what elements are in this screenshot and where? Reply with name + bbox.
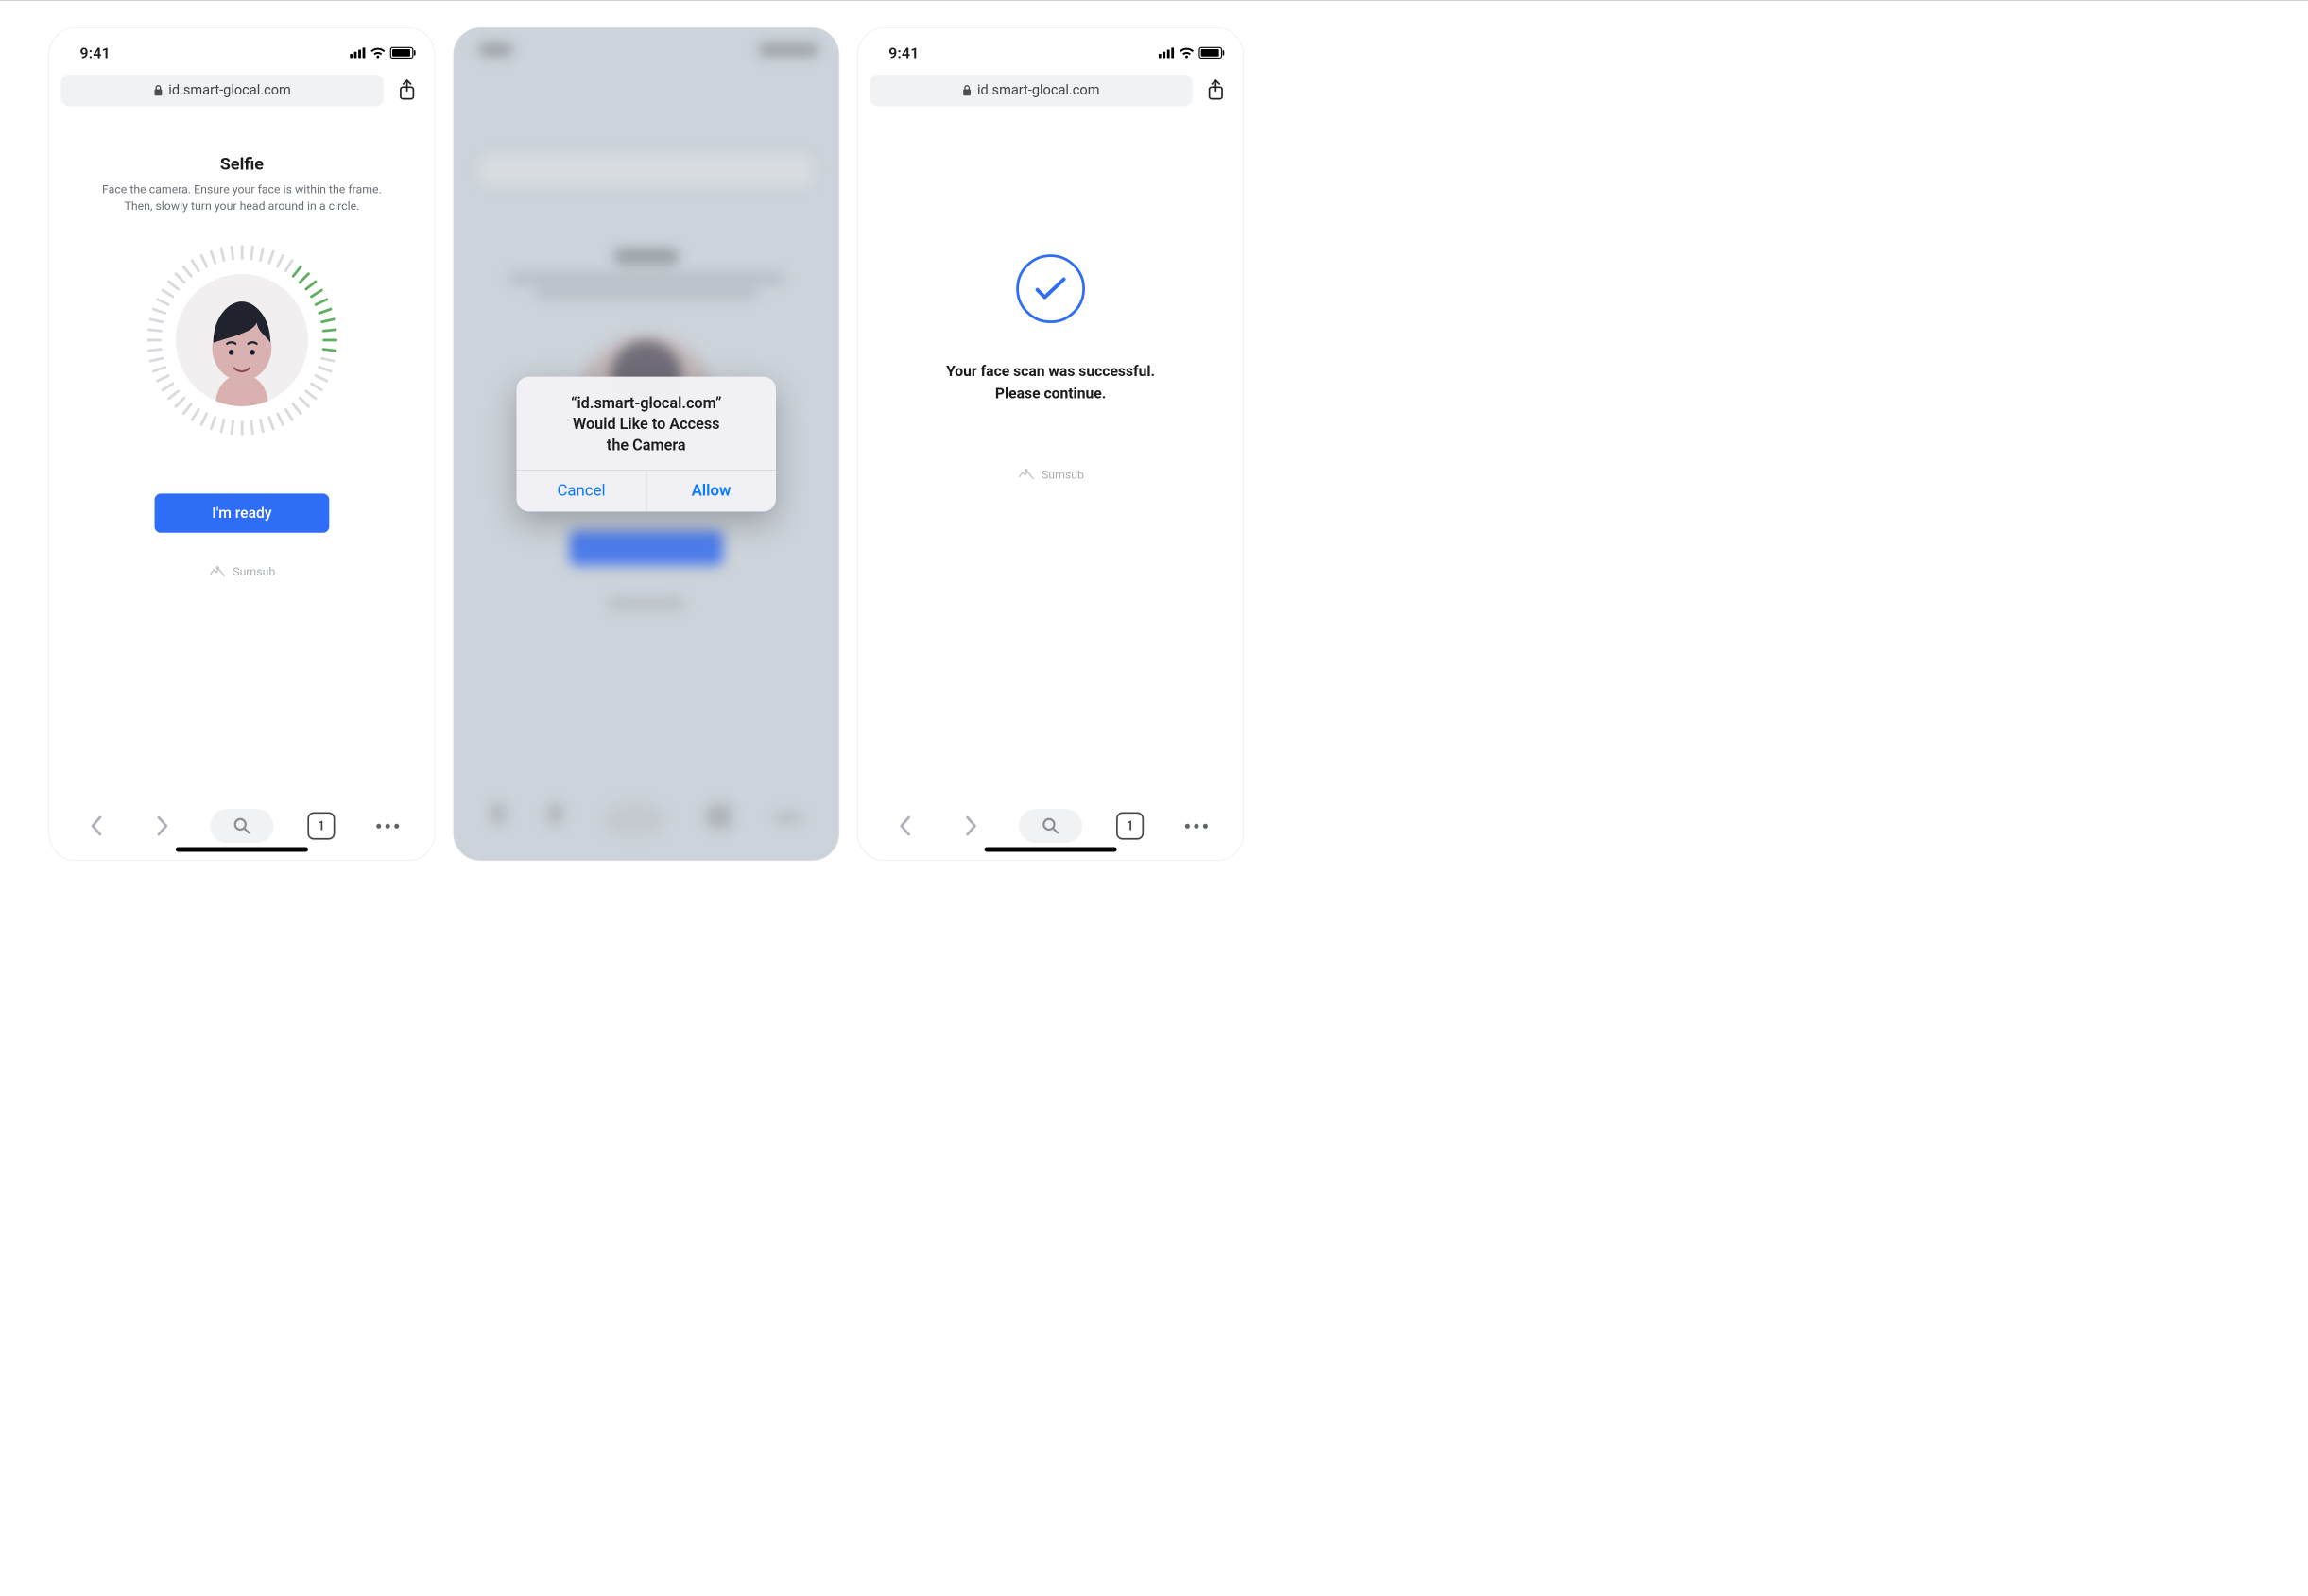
phone-screen-camera-permission: “id.smart-glocal.com” Would Like to Acce…: [453, 27, 839, 861]
check-icon: [1034, 276, 1067, 301]
home-indicator[interactable]: [985, 847, 1117, 851]
tabs-button[interactable]: 1: [1111, 807, 1148, 844]
page-subtitle: Face the camera. Ensure your face is wit…: [102, 181, 382, 215]
page-title: Selfie: [220, 154, 264, 174]
share-button[interactable]: [391, 75, 423, 107]
share-icon: [398, 79, 417, 102]
url-field[interactable]: id.smart-glocal.com: [60, 75, 384, 107]
im-ready-button[interactable]: I'm ready: [155, 493, 330, 532]
chevron-left-icon: [89, 815, 103, 836]
cancel-button[interactable]: Cancel: [517, 471, 646, 512]
status-icons: [350, 47, 413, 59]
success-check-circle: [1016, 254, 1085, 323]
cellular-icon: [1159, 47, 1175, 58]
phone-screen-selfie: 9:41 id.smart-glocal.com Selfie Face the…: [49, 27, 436, 861]
browser-url-bar: id.smart-glocal.com: [858, 65, 1244, 112]
search-icon: [1042, 817, 1059, 835]
status-time: 9:41: [80, 44, 111, 61]
phone-screen-success: 9:41 id.smart-glocal.com Your face scan …: [857, 27, 1244, 861]
more-icon: [1185, 824, 1208, 829]
sumsub-logo-icon: [1017, 468, 1035, 482]
tabs-button[interactable]: 1: [302, 807, 339, 844]
more-button[interactable]: [370, 807, 406, 844]
status-icons: [1159, 47, 1222, 59]
more-button[interactable]: [1178, 807, 1214, 844]
browser-url-bar: id.smart-glocal.com: [49, 65, 435, 112]
cellular-icon: [350, 47, 366, 58]
page-content: Your face scan was successful. Please co…: [858, 112, 1244, 792]
face-scan-illustration: [146, 245, 337, 436]
status-bar: 9:41: [858, 28, 1244, 65]
home-indicator[interactable]: [176, 847, 308, 851]
back-button[interactable]: [887, 807, 923, 844]
battery-icon: [1198, 47, 1222, 59]
lock-icon: [154, 84, 164, 95]
lock-icon: [962, 84, 972, 95]
chevron-left-icon: [898, 815, 912, 836]
status-time: 9:41: [888, 44, 919, 61]
chevron-right-icon: [156, 815, 170, 836]
forward-button[interactable]: [953, 807, 990, 844]
chevron-right-icon: [964, 815, 978, 836]
share-icon: [1206, 79, 1225, 102]
wifi-icon: [1179, 47, 1195, 59]
success-message: Your face scan was successful. Please co…: [946, 360, 1155, 404]
more-icon: [376, 824, 399, 829]
sumsub-attribution: Sumsub: [209, 565, 276, 579]
battery-icon: [390, 47, 414, 59]
dialog-title: “id.smart-glocal.com” Would Like to Acce…: [531, 394, 761, 456]
search-button[interactable]: [210, 809, 273, 843]
camera-permission-dialog: “id.smart-glocal.com” Would Like to Acce…: [517, 377, 776, 511]
search-button[interactable]: [1019, 809, 1082, 843]
share-button[interactable]: [1200, 75, 1232, 107]
page-content: Selfie Face the camera. Ensure your face…: [49, 112, 435, 792]
sumsub-logo-icon: [209, 565, 227, 579]
sumsub-attribution: Sumsub: [1017, 468, 1084, 482]
forward-button[interactable]: [144, 807, 181, 844]
allow-button[interactable]: Allow: [646, 471, 775, 512]
wifi-icon: [370, 47, 386, 59]
back-button[interactable]: [78, 807, 114, 844]
status-bar: 9:41: [49, 28, 435, 65]
url-text: id.smart-glocal.com: [168, 82, 291, 98]
search-icon: [233, 817, 250, 835]
url-text: id.smart-glocal.com: [977, 82, 1100, 98]
url-field[interactable]: id.smart-glocal.com: [870, 75, 1193, 107]
permission-dialog-backdrop: “id.smart-glocal.com” Would Like to Acce…: [454, 28, 839, 861]
